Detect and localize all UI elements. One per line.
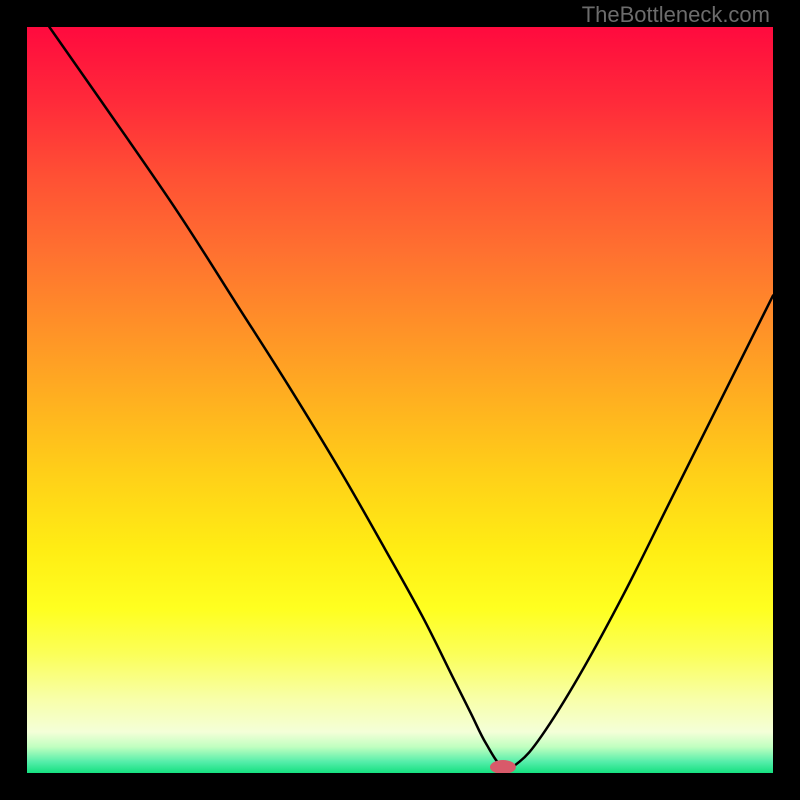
gradient-background (27, 27, 773, 773)
chart-canvas (27, 27, 773, 773)
plot-area (27, 27, 773, 773)
chart-frame: TheBottleneck.com (0, 0, 800, 800)
watermark-text: TheBottleneck.com (582, 2, 770, 28)
